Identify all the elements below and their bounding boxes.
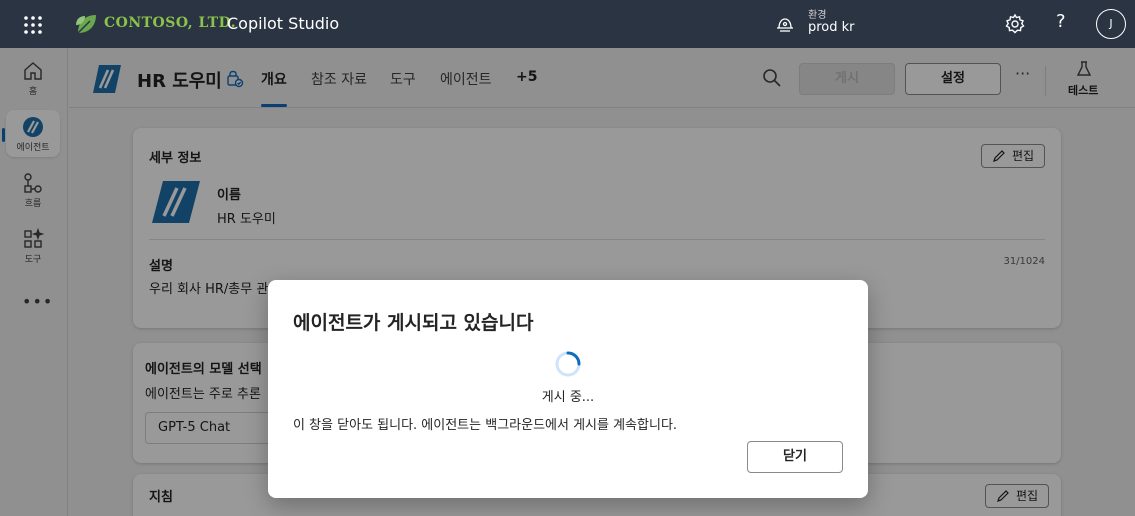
brand-name: CONTOSO, LTD. xyxy=(104,15,237,31)
environment-label: 환경 xyxy=(808,10,827,21)
settings-gear-icon[interactable] xyxy=(1004,13,1026,35)
loading-spinner-icon xyxy=(555,351,581,377)
contoso-leaf-icon xyxy=(76,15,96,34)
close-button[interactable]: 닫기 xyxy=(747,441,843,473)
avatar[interactable]: J xyxy=(1096,9,1126,39)
top-bar: CONTOSO, LTD. Copilot Studio 환경 prod kr … xyxy=(0,0,1135,48)
app-title[interactable]: Copilot Studio xyxy=(227,14,339,33)
publishing-dialog: 에이전트가 게시되고 있습니다 게시 중... 이 창을 닫아도 됩니다. 에이… xyxy=(268,280,868,498)
waffle-icon[interactable] xyxy=(22,14,44,36)
help-icon[interactable]: ? xyxy=(1056,11,1066,32)
environment-icon[interactable] xyxy=(775,14,795,34)
publishing-status: 게시 중... xyxy=(541,390,595,405)
environment-value[interactable]: prod kr xyxy=(808,20,855,35)
dialog-title: 에이전트가 게시되고 있습니다 xyxy=(293,312,534,334)
dialog-message: 이 창을 닫아도 됩니다. 에이전트는 백그라운드에서 게시를 계속합니다. xyxy=(293,418,678,433)
